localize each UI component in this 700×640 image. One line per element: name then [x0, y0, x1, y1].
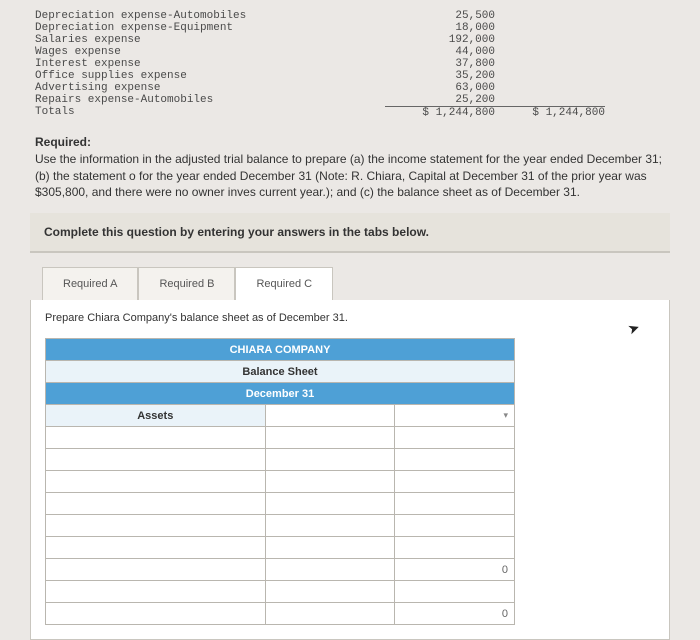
- tab-required-a[interactable]: Required A: [42, 267, 138, 300]
- tb-row: Interest expense37,800: [35, 58, 665, 70]
- input-cell[interactable]: [46, 515, 266, 537]
- tb-val: [495, 82, 605, 94]
- trial-balance-block: Depreciation expense-Automobiles25,500 D…: [0, 0, 700, 124]
- tb-label: Depreciation expense-Automobiles: [35, 10, 385, 22]
- input-cell[interactable]: [46, 581, 266, 603]
- tb-row: Depreciation expense-Automobiles25,500: [35, 10, 665, 22]
- tb-val: 25,200: [385, 94, 495, 106]
- input-cell[interactable]: [265, 581, 395, 603]
- tb-val: [495, 34, 605, 46]
- tb-val: [495, 10, 605, 22]
- tb-total-debit: $ 1,244,800: [385, 106, 495, 119]
- tb-label: Interest expense: [35, 58, 385, 70]
- required-section: Required: Use the information in the adj…: [0, 124, 700, 213]
- tb-label: Totals: [35, 106, 385, 119]
- input-cell[interactable]: [395, 537, 515, 559]
- tb-label: Depreciation expense-Equipment: [35, 22, 385, 34]
- tb-row: Salaries expense192,000: [35, 34, 665, 46]
- tb-label: Wages expense: [35, 46, 385, 58]
- tb-val: 25,500: [385, 10, 495, 22]
- input-cell[interactable]: [265, 537, 395, 559]
- tb-row: Advertising expense63,000: [35, 82, 665, 94]
- input-cell[interactable]: [46, 559, 266, 581]
- tb-val: 18,000: [385, 22, 495, 34]
- tb-val: [495, 22, 605, 34]
- tb-row: Office supplies expense35,200: [35, 70, 665, 82]
- tb-row: Repairs expense-Automobiles25,200: [35, 94, 665, 106]
- calc-cell: 0: [395, 603, 515, 625]
- worksheet-panel: Prepare Chiara Company's balance sheet a…: [30, 300, 670, 640]
- tb-row: Depreciation expense-Equipment18,000: [35, 22, 665, 34]
- tb-label: Advertising expense: [35, 82, 385, 94]
- input-cell[interactable]: [46, 537, 266, 559]
- input-cell[interactable]: [395, 427, 515, 449]
- input-cell[interactable]: [265, 559, 395, 581]
- assets-blank-b: [265, 405, 395, 427]
- tb-totals: Totals$ 1,244,800$ 1,244,800: [35, 106, 665, 119]
- tb-total-credit: $ 1,244,800: [495, 106, 605, 119]
- tb-val: 63,000: [385, 82, 495, 94]
- tb-val: 192,000: [385, 34, 495, 46]
- input-cell[interactable]: [46, 471, 266, 493]
- input-cell[interactable]: [265, 493, 395, 515]
- tab-required-c[interactable]: Required C: [235, 267, 333, 300]
- tb-val: [495, 46, 605, 58]
- input-cell[interactable]: [46, 449, 266, 471]
- input-cell[interactable]: [395, 493, 515, 515]
- input-cell[interactable]: [395, 471, 515, 493]
- tab-required-b[interactable]: Required B: [138, 267, 235, 300]
- input-cell[interactable]: [395, 515, 515, 537]
- input-cell[interactable]: [265, 603, 395, 625]
- input-cell[interactable]: [265, 449, 395, 471]
- balance-sheet-table: CHIARA COMPANY Balance Sheet December 31…: [45, 338, 515, 625]
- tb-val: 44,000: [385, 46, 495, 58]
- input-cell[interactable]: [265, 471, 395, 493]
- input-cell[interactable]: [46, 493, 266, 515]
- tb-label: Repairs expense-Automobiles: [35, 94, 385, 106]
- input-cell[interactable]: [265, 515, 395, 537]
- tb-label: Office supplies expense: [35, 70, 385, 82]
- input-cell[interactable]: [46, 603, 266, 625]
- required-heading: Required:: [35, 135, 91, 149]
- tb-row: Wages expense44,000: [35, 46, 665, 58]
- tb-val: [495, 70, 605, 82]
- section-assets: Assets: [46, 405, 266, 427]
- sheet-title: Balance Sheet: [46, 361, 515, 383]
- tb-label: Salaries expense: [35, 34, 385, 46]
- worksheet-instruction: Prepare Chiara Company's balance sheet a…: [45, 312, 655, 324]
- input-cell[interactable]: [46, 427, 266, 449]
- assets-dropdown[interactable]: [395, 405, 515, 427]
- input-cell[interactable]: [395, 449, 515, 471]
- input-cell[interactable]: [395, 581, 515, 603]
- tb-val: [495, 58, 605, 70]
- sheet-date: December 31: [46, 383, 515, 405]
- required-text: Use the information in the adjusted tria…: [35, 152, 662, 200]
- company-header: CHIARA COMPANY: [46, 339, 515, 361]
- instruction-band: Complete this question by entering your …: [30, 213, 670, 253]
- tabs-container: Required A Required B Required C: [42, 267, 700, 300]
- tb-val: [495, 94, 605, 106]
- tb-val: 37,800: [385, 58, 495, 70]
- input-cell[interactable]: [265, 427, 395, 449]
- calc-cell: 0: [395, 559, 515, 581]
- tb-val: 35,200: [385, 70, 495, 82]
